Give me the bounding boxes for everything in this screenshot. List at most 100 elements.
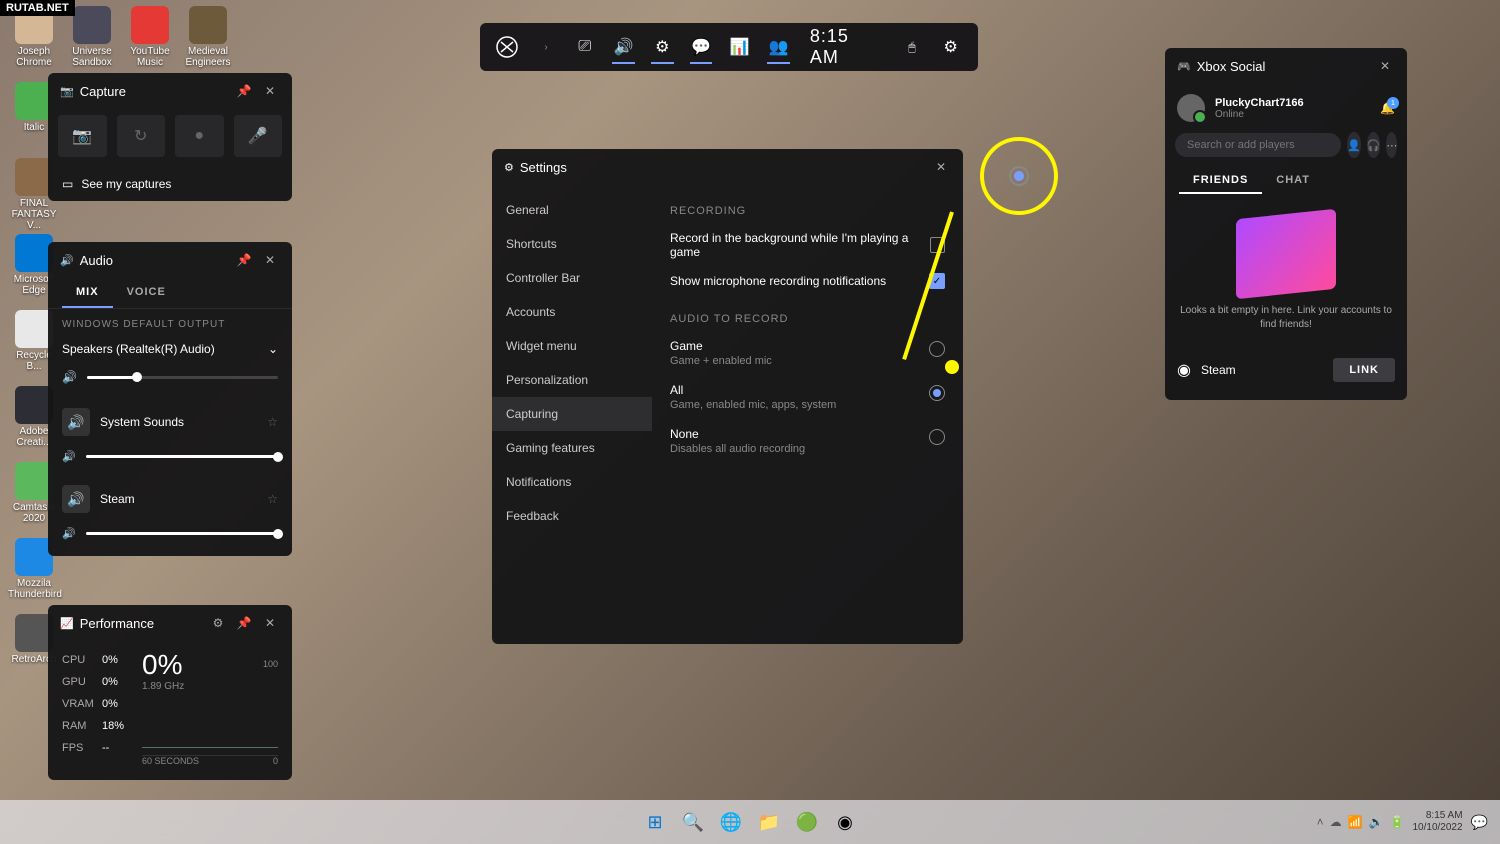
settings-nav-item[interactable]: Controller Bar: [492, 261, 652, 295]
screenshot-button[interactable]: 📷: [58, 115, 107, 157]
steam-icon: ◉: [1177, 360, 1191, 380]
perf-big-percent: 0%: [142, 649, 278, 681]
chart-x-label: 60 SECONDS: [142, 756, 199, 766]
close-icon[interactable]: ✕: [931, 157, 951, 177]
settings-nav-item[interactable]: Capturing: [492, 397, 652, 431]
app-volume-slider[interactable]: [86, 532, 278, 535]
chart-icon[interactable]: 📊: [720, 27, 759, 67]
favorite-icon[interactable]: ☆: [267, 492, 278, 506]
desktop-icon[interactable]: YouTube Music: [124, 6, 176, 68]
perf-stat-row: VRAM0%: [62, 693, 124, 715]
settings-widget: ⚙ Settings ✕ GeneralShortcutsController …: [492, 149, 963, 644]
record-background-label: Record in the background while I'm playi…: [670, 231, 930, 259]
tab-mix[interactable]: MIX: [62, 278, 113, 308]
settings-nav-item[interactable]: Widget menu: [492, 329, 652, 363]
empty-state-text: Looks a bit empty in here. Link your acc…: [1179, 304, 1393, 332]
radio-label: None: [670, 427, 805, 441]
xbox-logo-icon[interactable]: [488, 27, 527, 67]
record-button[interactable]: ●: [175, 115, 224, 157]
tray-onedrive-icon[interactable]: ☁: [1330, 815, 1342, 829]
close-icon[interactable]: ✕: [1375, 56, 1395, 76]
capture-icon[interactable]: ⎚: [565, 27, 604, 67]
audio-record-radio[interactable]: [929, 429, 945, 445]
tab-voice[interactable]: VOICE: [113, 278, 180, 308]
perf-stat-row: GPU0%: [62, 671, 124, 693]
speaker-icon: 🔊: [62, 527, 76, 540]
pin-icon[interactable]: 📌: [234, 613, 254, 633]
app-icon: 🔊: [62, 408, 90, 436]
search-input[interactable]: [1175, 133, 1341, 157]
tab-chat[interactable]: CHAT: [1262, 168, 1324, 194]
xbox-game-bar: › ⎚ 🔊 ⚙ 💬 📊 👥 8:15 AM 🖱 ⚙: [480, 23, 978, 71]
settings-nav-item[interactable]: General: [492, 193, 652, 227]
close-icon[interactable]: ✕: [260, 613, 280, 633]
perf-stat-row: FPS--: [62, 737, 124, 759]
close-icon[interactable]: ✕: [260, 81, 280, 101]
annotation-dot: [945, 360, 959, 374]
audio-record-section-title: AUDIO TO RECORD: [670, 313, 945, 325]
tray-battery-icon[interactable]: 🔋: [1390, 815, 1405, 829]
master-volume-slider[interactable]: [87, 376, 278, 379]
tray-chevron-icon[interactable]: ˄: [1317, 815, 1324, 829]
audio-app-row: 🔊 Steam ☆: [48, 479, 292, 519]
expand-icon[interactable]: ›: [527, 27, 566, 67]
performance-icon[interactable]: ⚙: [643, 27, 682, 67]
tray-wifi-icon[interactable]: 📶: [1348, 815, 1363, 829]
capture-title: Capture: [80, 84, 126, 99]
headset-icon[interactable]: 🎧: [1367, 132, 1381, 158]
see-captures-link[interactable]: ▭ See my captures: [48, 167, 292, 201]
resources-icon[interactable]: 💬: [682, 27, 721, 67]
radio-sublabel: Game + enabled mic: [670, 355, 772, 367]
xbox-icon: 🎮: [1177, 60, 1191, 73]
recording-section-title: RECORDING: [670, 205, 945, 217]
start-button[interactable]: ⊞: [639, 806, 671, 838]
notifications-icon[interactable]: 🔔1: [1380, 101, 1395, 115]
tab-friends[interactable]: FRIENDS: [1179, 168, 1262, 194]
favorite-icon[interactable]: ☆: [267, 415, 278, 429]
avatar[interactable]: [1177, 94, 1205, 122]
settings-nav-item[interactable]: Gaming features: [492, 431, 652, 465]
settings-nav-item[interactable]: Shortcuts: [492, 227, 652, 261]
annotation-circle: [980, 137, 1058, 215]
speaker-icon: 🔊: [62, 450, 76, 463]
xbox-social-icon[interactable]: 👥: [759, 27, 798, 67]
steam-icon[interactable]: ◉: [829, 806, 861, 838]
app-icon[interactable]: 🟢: [791, 806, 823, 838]
perf-freq: 1.89 GHz: [142, 681, 278, 692]
settings-nav-item[interactable]: Feedback: [492, 499, 652, 533]
app-icon: 🔊: [62, 485, 90, 513]
chevron-down-icon: ⌄: [268, 342, 278, 356]
audio-record-radio[interactable]: [929, 341, 945, 357]
watermark: RUTAB.NET: [0, 0, 75, 16]
explorer-icon[interactable]: 📁: [753, 806, 785, 838]
options-icon[interactable]: ⚙: [208, 613, 228, 633]
app-volume-slider[interactable]: [86, 455, 278, 458]
mic-button[interactable]: 🎤: [234, 115, 283, 157]
search-icon[interactable]: 🔍: [677, 806, 709, 838]
settings-icon[interactable]: ⚙: [931, 27, 970, 67]
profile-name: PluckyChart7166: [1215, 97, 1370, 109]
audio-widget: 🔊 Audio 📌 ✕ MIX VOICE WINDOWS DEFAULT OU…: [48, 242, 292, 556]
taskbar-clock[interactable]: 8:15 AM 10/10/2022: [1413, 810, 1463, 834]
radio-sublabel: Disables all audio recording: [670, 443, 805, 455]
tray-volume-icon[interactable]: 🔊: [1369, 815, 1384, 829]
more-icon[interactable]: ⋯: [1386, 132, 1397, 158]
desktop-icon[interactable]: Medieval Engineers: [182, 6, 234, 68]
notifications-icon[interactable]: 💬: [1471, 814, 1488, 831]
pin-icon[interactable]: 📌: [234, 250, 254, 270]
pin-icon[interactable]: 📌: [234, 81, 254, 101]
xbox-social-widget: 🎮 Xbox Social ✕ PluckyChart7166 Online 🔔…: [1165, 48, 1407, 400]
close-icon[interactable]: ✕: [260, 250, 280, 270]
output-device-dropdown[interactable]: Speakers (Realtek(R) Audio) ⌄: [62, 336, 278, 362]
settings-nav-item[interactable]: Notifications: [492, 465, 652, 499]
performance-title: Performance: [80, 616, 154, 631]
chrome-icon[interactable]: 🌐: [715, 806, 747, 838]
widget-menu-icon[interactable]: 🖱: [893, 27, 932, 67]
settings-nav-item[interactable]: Personalization: [492, 363, 652, 397]
record-last-button[interactable]: ↻: [117, 115, 166, 157]
settings-nav-item[interactable]: Accounts: [492, 295, 652, 329]
audio-icon[interactable]: 🔊: [604, 27, 643, 67]
link-button[interactable]: LINK: [1333, 358, 1395, 382]
add-friend-icon[interactable]: 👤: [1347, 132, 1361, 158]
audio-record-radio[interactable]: [929, 385, 945, 401]
